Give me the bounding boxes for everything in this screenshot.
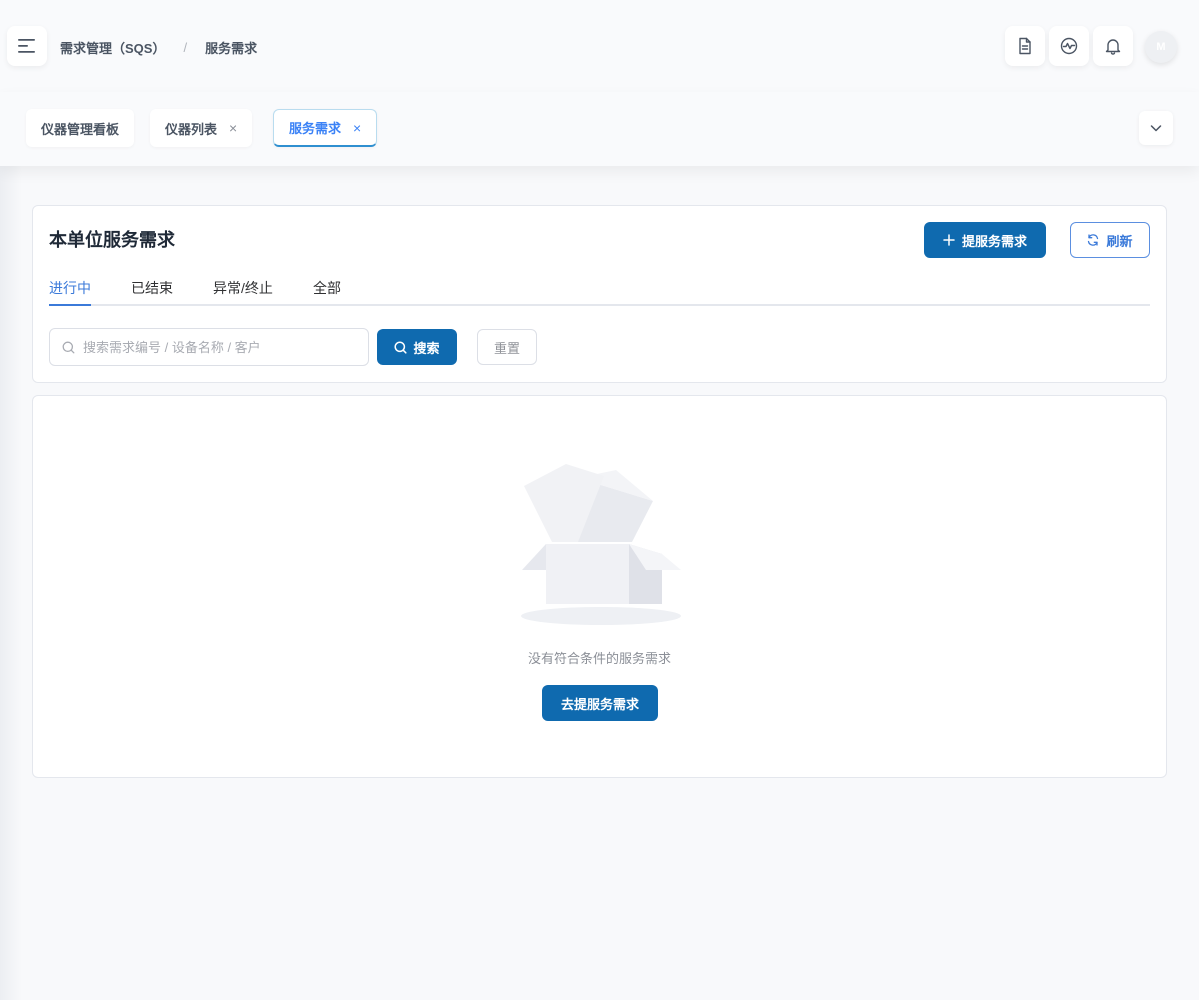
card-title: 本单位服务需求 <box>49 230 175 250</box>
search-field[interactable] <box>49 328 369 366</box>
bell-icon <box>1105 39 1121 55</box>
notification-button[interactable] <box>1093 26 1133 66</box>
breadcrumb-module[interactable]: 需求管理（SQS） <box>60 38 165 57</box>
document-button[interactable] <box>1005 26 1045 66</box>
plus-icon <box>943 234 955 246</box>
top-header: 需求管理（SQS） / 服务需求 M <box>0 0 1199 92</box>
status-tab-abnormal-terminated[interactable]: 异常/终止 <box>213 278 273 306</box>
status-tab-in-progress[interactable]: 进行中 <box>49 278 91 306</box>
page-tab-label: 服务需求 <box>289 121 342 136</box>
search-icon <box>62 341 75 353</box>
document-icon <box>1019 37 1031 55</box>
menu-fold-icon <box>18 39 35 53</box>
left-shade <box>0 166 22 1000</box>
empty-box-illustration <box>521 464 681 625</box>
reset-button[interactable]: 重置 <box>477 329 537 365</box>
breadcrumb: 需求管理（SQS） / 服务需求 <box>60 38 257 56</box>
activity-button[interactable] <box>1049 26 1089 66</box>
chevron-down-icon <box>1150 125 1162 132</box>
status-tab-all[interactable]: 全部 <box>313 278 341 306</box>
refresh-label: 刷新 <box>1106 233 1133 249</box>
page-tab-service-requests[interactable]: 服务需求 × <box>273 109 378 147</box>
search-button-label: 搜索 <box>413 340 440 356</box>
search-icon <box>394 340 408 354</box>
status-tab-finished[interactable]: 已结束 <box>131 278 173 306</box>
refresh-button[interactable]: 刷新 <box>1070 222 1150 258</box>
page-tab-instrument-list[interactable]: 仪器列表 × <box>150 109 253 147</box>
empty-message: 没有符合条件的服务需求 <box>527 651 671 666</box>
refresh-icon <box>1088 234 1099 246</box>
new-request-label: 提服务需求 <box>961 233 1027 249</box>
filter-card: 本单位服务需求 提服务需求 刷新 进行中 已结束 异常/终止 全部 搜索需求编号… <box>32 205 1167 383</box>
user-avatar[interactable]: M <box>1145 31 1177 63</box>
results-card: 没有符合条件的服务需求 去提服务需求 <box>32 395 1167 778</box>
activity-icon <box>1060 37 1078 55</box>
page-tabs-bar: 仪器管理看板 仪器列表 × 服务需求 × <box>0 92 1199 166</box>
new-request-button[interactable]: 提服务需求 <box>924 222 1046 258</box>
status-tabs: 进行中 已结束 异常/终止 全部 <box>49 274 1150 306</box>
search-input[interactable] <box>83 339 353 355</box>
breadcrumb-separator: / <box>183 39 188 55</box>
go-new-request-button[interactable]: 去提服务需求 <box>542 685 658 721</box>
breadcrumb-current: 服务需求 <box>205 40 258 56</box>
page-tab-label: 仪器列表 <box>165 121 218 137</box>
page-tab-instrument-dashboard[interactable]: 仪器管理看板 <box>26 109 135 147</box>
menu-toggle-button[interactable] <box>7 26 47 66</box>
page-tab-label: 仪器管理看板 <box>41 121 120 137</box>
search-button[interactable]: 搜索 <box>377 329 457 365</box>
close-icon[interactable]: × <box>353 120 361 136</box>
tabs-dropdown-button[interactable] <box>1139 111 1173 145</box>
close-icon[interactable]: × <box>229 120 237 136</box>
